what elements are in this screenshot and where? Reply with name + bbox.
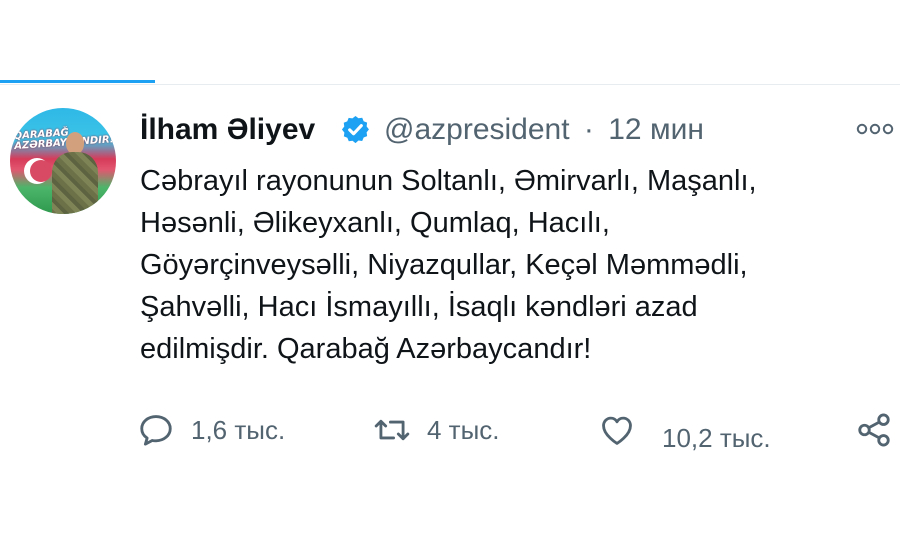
reply-icon [140,415,172,446]
heart-icon [602,416,632,445]
retweet-count: 4 тыс. [427,414,500,445]
reply-count: 1,6 тыс. [191,414,286,445]
avatar-person-image [52,132,98,214]
tweet-text-line: Göyərçinveysəlli, Niyazqullar, Keçəl Məm… [140,249,748,281]
retweet-button[interactable]: 4 тыс. [373,408,500,452]
reply-button[interactable]: 1,6 тыс. [137,408,285,452]
share-button[interactable] [855,408,893,452]
avatar[interactable]: QARABAĞ AZƏRBAYCANDIR! [10,108,116,214]
share-icon [858,413,890,447]
crescent-icon [24,158,52,184]
more-options-icon[interactable] [856,122,894,136]
tweet-text-line: edilmişdir. Qarabağ Azərbaycandır! [140,333,592,365]
author-display-name[interactable]: İlham Əliyev [140,111,315,149]
tweet-text-line: Cəbrayıl rayonunun Soltanlı, Əmirvarlı, … [140,165,757,197]
verified-badge-icon [341,115,369,144]
time-separator: · [583,113,594,146]
tweet-text-line: Həsənli, Əlikeyxanlı, Qumlaq, Hacılı, [140,207,610,239]
author-handle[interactable]: @azpresident [384,113,570,146]
divider [0,84,900,85]
active-tab-indicator [0,80,155,83]
tweet-text-line: Şahvəlli, Hacı İsmayıllı, İsaqlı kəndlər… [140,291,698,323]
tweet-text: Cəbrayıl rayonunun Soltanlı, Əmirvarlı, … [140,160,860,370]
retweet-icon [374,419,410,441]
tweet-timestamp[interactable]: 12 мин [608,113,704,146]
like-button[interactable]: 10,2 тыс. [598,408,771,453]
author-meta: @azpresident · 12 мин [384,111,704,149]
like-count: 10,2 тыс. [662,422,771,453]
